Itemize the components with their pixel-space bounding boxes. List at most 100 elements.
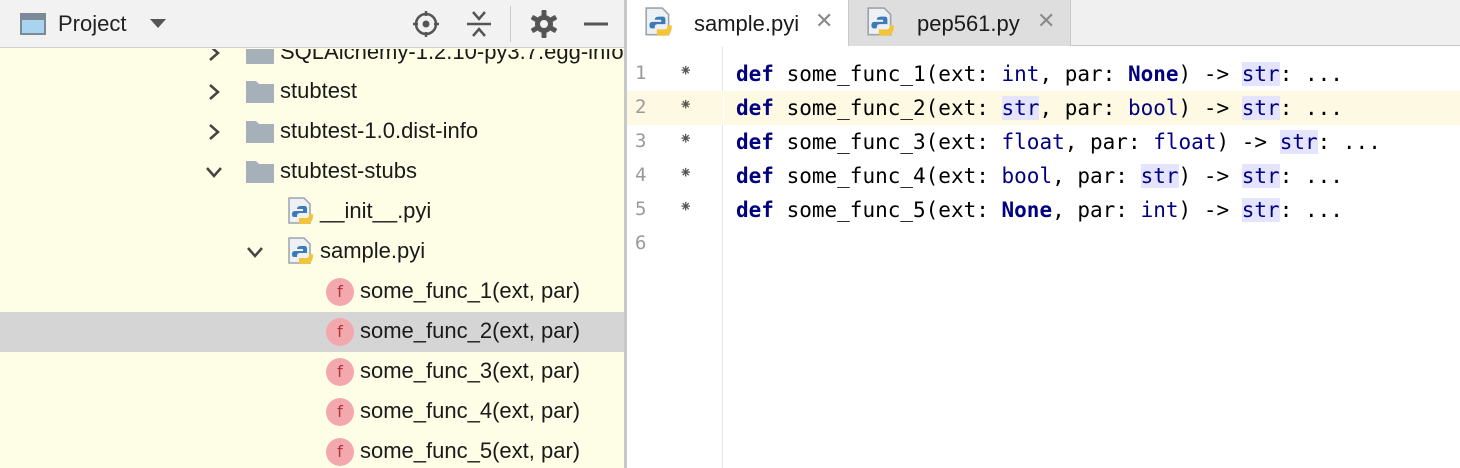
implements-marker-icon[interactable]: ⁕	[679, 61, 692, 80]
function-icon: f	[326, 438, 354, 466]
code-token: some_func_4(ext:	[773, 164, 1002, 188]
editor-area: sample.pyi ✕ pep561.py ✕ 1 ⁕ 2 ⁕ 3 ⁕ 4 ⁕…	[627, 0, 1460, 468]
code-token: some_func_5(ext:	[773, 198, 1002, 222]
code-token: : ...	[1279, 62, 1343, 86]
locate-target-icon[interactable]	[411, 9, 441, 39]
code-token: int	[1140, 198, 1179, 222]
tree-item-some-func-1[interactable]: f some_func_1(ext, par)	[0, 272, 624, 312]
close-icon[interactable]: ✕	[815, 9, 833, 34]
tree-item-sqlalchemy-egg-info[interactable]: SQLAlchemy-1.2.10-py3.7.egg-info	[0, 49, 624, 73]
function-icon: f	[326, 358, 354, 386]
gear-icon[interactable]	[529, 9, 559, 39]
code-token: some_func_3(ext:	[773, 130, 1002, 154]
tab-pep561-py[interactable]: pep561.py ✕	[849, 0, 1071, 46]
tree-item-some-func-2[interactable]: f some_func_2(ext, par)	[0, 312, 624, 352]
code-token: int	[1001, 62, 1040, 86]
function-icon: f	[326, 278, 354, 306]
code-token: ) ->	[1178, 62, 1242, 86]
project-tree: SQLAlchemy-1.2.10-py3.7.egg-info stubtes…	[0, 49, 624, 468]
python-file-icon	[867, 7, 894, 36]
code-token: ) ->	[1178, 96, 1242, 120]
gutter-row: 4 ⁕	[627, 159, 723, 193]
tree-item-label: __init__.pyi	[320, 198, 432, 223]
chevron-down-icon[interactable]	[245, 242, 265, 262]
code-line[interactable]: def some_func_3(ext: float, par: float) …	[724, 125, 1460, 159]
tree-item-label: SQLAlchemy-1.2.10-py3.7.egg-info	[280, 49, 624, 64]
tab-sample-pyi[interactable]: sample.pyi ✕	[627, 0, 849, 47]
line-number: 6	[635, 232, 647, 254]
tree-item-label: sample.pyi	[320, 238, 426, 263]
code-line[interactable]: def some_func_1(ext: int, par: None) -> …	[724, 57, 1460, 91]
tab-label: pep561.py	[917, 11, 1020, 36]
folder-icon	[246, 49, 274, 64]
code-editor[interactable]: def some_func_1(ext: int, par: None) -> …	[724, 47, 1460, 468]
gutter-row: 3 ⁕	[627, 125, 723, 159]
chevron-down-icon[interactable]	[204, 162, 224, 182]
tree-item-label: stubtest-1.0.dist-info	[280, 118, 479, 143]
code-token: str	[1241, 96, 1280, 120]
tree-item-sample-pyi[interactable]: sample.pyi	[0, 232, 624, 272]
view-selector-chevron-down-icon[interactable]	[150, 19, 166, 28]
close-icon[interactable]: ✕	[1037, 9, 1055, 34]
gutter-row: 2 ⁕	[627, 91, 723, 125]
tree-item-label: some_func_1(ext, par)	[360, 278, 581, 303]
tree-item-label: stubtest	[280, 78, 358, 103]
folder-icon	[246, 121, 274, 143]
code-token: def	[736, 198, 774, 222]
chevron-right-icon[interactable]	[204, 82, 224, 102]
code-token: bool	[1001, 164, 1053, 188]
code-token: None	[1127, 62, 1179, 86]
code-line[interactable]	[724, 227, 1460, 261]
tree-item-init-pyi[interactable]: __init__.pyi	[0, 192, 624, 232]
folder-icon	[246, 161, 274, 183]
tree-item-stubtest-dist-info[interactable]: stubtest-1.0.dist-info	[0, 112, 624, 152]
code-token: some_func_2(ext:	[773, 96, 1002, 120]
code-token: , par:	[1052, 164, 1141, 188]
gutter-row: 6	[627, 227, 723, 261]
code-token: def	[736, 96, 774, 120]
code-line[interactable]: def some_func_4(ext: bool, par: str) -> …	[724, 159, 1460, 193]
implements-marker-icon[interactable]: ⁕	[679, 163, 692, 182]
tree-item-stubtest-stubs[interactable]: stubtest-stubs	[0, 152, 624, 192]
project-view-title[interactable]: Project	[58, 11, 126, 37]
code-token: str	[1241, 62, 1280, 86]
implements-marker-icon[interactable]: ⁕	[679, 129, 692, 148]
python-stub-file-icon	[288, 237, 313, 264]
tree-item-stubtest[interactable]: stubtest	[0, 72, 624, 112]
code-line[interactable]: def some_func_5(ext: None, par: int) -> …	[724, 193, 1460, 227]
code-token: : ...	[1279, 198, 1343, 222]
collapse-all-icon[interactable]	[464, 9, 494, 39]
tree-item-label: some_func_2(ext, par)	[360, 318, 581, 343]
tree-item-label: some_func_3(ext, par)	[360, 358, 581, 383]
implements-marker-icon[interactable]: ⁕	[679, 95, 692, 114]
code-token: : ...	[1279, 164, 1343, 188]
code-token: , par:	[1064, 130, 1154, 154]
header-divider	[510, 6, 511, 42]
tab-label: sample.pyi	[694, 11, 800, 36]
line-number: 1	[635, 62, 647, 84]
code-token: , par:	[1052, 198, 1141, 222]
tree-item-label: some_func_5(ext, par)	[360, 438, 581, 463]
gutter-row: 5 ⁕	[627, 193, 723, 227]
code-token: float	[1001, 130, 1065, 154]
tree-item-some-func-3[interactable]: f some_func_3(ext, par)	[0, 352, 624, 392]
tree-item-some-func-4[interactable]: f some_func_4(ext, par)	[0, 392, 624, 432]
code-token: str	[1279, 130, 1318, 154]
code-line-current[interactable]: def some_func_2(ext: str, par: bool) -> …	[724, 91, 1460, 125]
implements-marker-icon[interactable]: ⁕	[679, 197, 692, 216]
code-token: def	[736, 164, 774, 188]
chevron-right-icon[interactable]	[204, 49, 224, 63]
line-number: 3	[635, 130, 647, 152]
code-token: str	[1001, 96, 1040, 120]
chevron-right-icon[interactable]	[204, 122, 224, 142]
code-token: ) ->	[1178, 164, 1242, 188]
code-token: bool	[1127, 96, 1179, 120]
line-number: 5	[635, 198, 647, 220]
editor-gutter[interactable]: 1 ⁕ 2 ⁕ 3 ⁕ 4 ⁕ 5 ⁕ 6	[627, 47, 723, 468]
code-token: : ...	[1317, 130, 1381, 154]
minimize-icon[interactable]	[581, 9, 611, 39]
tree-item-some-func-5[interactable]: f some_func_5(ext, par)	[0, 432, 624, 468]
code-token: str	[1241, 198, 1280, 222]
gutter-row: 1 ⁕	[627, 57, 723, 91]
python-stub-file-icon	[288, 197, 313, 224]
